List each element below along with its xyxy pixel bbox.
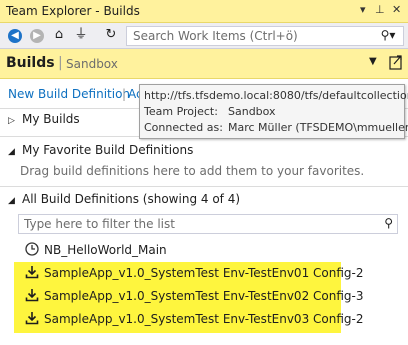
- build-definition-name: SampleApp_v1.0_SystemTest Env-TestEnv01 …: [44, 266, 364, 280]
- section-my-favorites[interactable]: ◢ My Favorite Build Definitions: [8, 143, 193, 157]
- page-header: Builds | Sandbox ▼: [0, 49, 408, 79]
- search-input[interactable]: [133, 28, 371, 44]
- window-menu-icon[interactable]: ▾: [360, 3, 366, 16]
- pin-icon[interactable]: ⊥: [375, 3, 385, 16]
- tooltip-team-project-label: Team Project:: [144, 105, 218, 118]
- title-separator: |: [58, 55, 63, 71]
- tooltip-team-project-value: Sandbox: [228, 105, 276, 118]
- search-icon[interactable]: ⚲: [384, 216, 393, 230]
- chevron-down-icon[interactable]: ▼: [369, 56, 377, 67]
- build-definition-name: SampleApp_v1.0_SystemTest Env-TestEnv03 …: [44, 312, 364, 326]
- refresh-icon[interactable]: ↻: [102, 26, 120, 44]
- forward-icon[interactable]: ▶: [28, 26, 46, 44]
- chevron-down-icon: ◢: [8, 147, 15, 157]
- section-title: My Favorite Build Definitions: [22, 143, 194, 157]
- chevron-down-icon: ◢: [8, 196, 15, 206]
- connect-icon[interactable]: ⏚: [72, 26, 90, 44]
- download-icon: [24, 311, 40, 327]
- toolbar: ◀ ▶ ⌂ ⏚ ↻ ⚲▾: [0, 23, 408, 49]
- close-icon[interactable]: ✕: [392, 3, 401, 16]
- build-definition-name: SampleApp_v1.0_SystemTest Env-TestEnv02 …: [44, 289, 364, 303]
- clock-icon: [24, 242, 40, 258]
- section-title: My Builds: [22, 112, 80, 126]
- popout-icon[interactable]: [389, 54, 403, 70]
- window-title: Team Explorer - Builds: [6, 4, 140, 18]
- download-icon: [24, 265, 40, 281]
- back-icon[interactable]: ◀: [6, 26, 24, 44]
- download-icon: [24, 288, 40, 304]
- build-definition-name: NB_HelloWorld_Main: [44, 243, 167, 257]
- home-icon[interactable]: ⌂: [50, 26, 68, 44]
- page-title: Builds: [6, 55, 55, 71]
- tooltip-connected-as-value: Marc Müller (TFSDEMO\mmueller): [228, 121, 408, 134]
- title-bar: Team Explorer - Builds ▾ ⊥ ✕: [0, 0, 408, 23]
- filter-input[interactable]: [24, 216, 364, 232]
- new-build-definition-link[interactable]: New Build Definition: [8, 87, 130, 101]
- link-separator: |: [122, 87, 127, 101]
- section-all-build-definitions[interactable]: ◢ All Build Definitions (showing 4 of 4): [8, 192, 240, 206]
- chevron-right-icon: ▷: [8, 116, 15, 126]
- tooltip-url: http://tfs.tfsdemo.local:8080/tfs/defaul…: [144, 89, 408, 102]
- project-name: Sandbox: [66, 57, 118, 71]
- search-icon[interactable]: ⚲▾: [376, 28, 400, 44]
- section-my-builds[interactable]: ▷ My Builds: [8, 112, 80, 126]
- filter-box[interactable]: ⚲: [18, 214, 398, 234]
- section-title: All Build Definitions (showing 4 of 4): [22, 192, 241, 206]
- tooltip-connected-as-label: Connected as:: [144, 121, 223, 134]
- favorites-hint: Drag build definitions here to add them …: [20, 164, 365, 178]
- connection-tooltip: http://tfs.tfsdemo.local:8080/tfs/defaul…: [139, 84, 408, 139]
- divider: [0, 186, 408, 187]
- search-box[interactable]: ⚲▾: [126, 26, 404, 46]
